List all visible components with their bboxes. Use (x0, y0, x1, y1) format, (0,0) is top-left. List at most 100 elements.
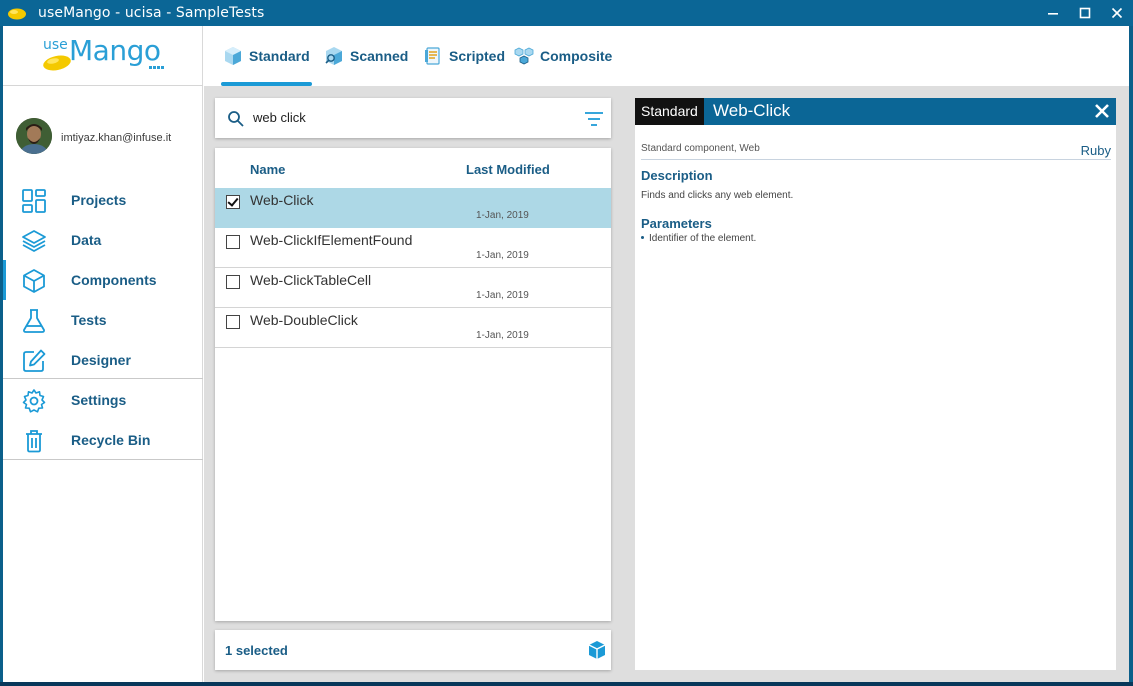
logo-dots-icon (149, 66, 164, 69)
detail-header: Standard Web-Click (635, 98, 1116, 125)
user-email: imtiyaz.khan@infuse.it (61, 132, 172, 144)
logo-mango-text: Mango (69, 34, 161, 67)
sidebar-item-data[interactable]: Data (3, 220, 203, 260)
table-row[interactable]: Web-DoubleClick 1-Jan, 2019 (215, 308, 611, 348)
minimize-button[interactable] (1037, 0, 1069, 26)
tab-composite[interactable]: Composite (514, 26, 612, 86)
list-header: Name Last Modified (215, 148, 611, 188)
component-type-tabs: Standard Scanned Scripted Composite (203, 26, 1129, 86)
pencil-box-icon (23, 349, 46, 372)
table-row[interactable]: Web-ClickTableCell 1-Jan, 2019 (215, 268, 611, 308)
selected-count: 1 selected (225, 643, 288, 658)
sidebar-item-label: Tests (71, 312, 107, 328)
search-bar[interactable]: web click (215, 98, 611, 138)
main-content: web click Name Last Modified Web-Click 1… (204, 86, 1129, 682)
tab-scanned[interactable]: Scanned (324, 26, 408, 86)
trash-icon (26, 430, 42, 453)
close-icon[interactable] (1094, 103, 1110, 119)
sidebar-item-label: Designer (71, 352, 131, 368)
sidebar-divider (3, 378, 203, 379)
sidebar-item-label: Settings (71, 392, 127, 408)
row-checkbox[interactable] (226, 195, 240, 209)
row-checkbox[interactable] (226, 315, 240, 329)
row-date: 1-Jan, 2019 (476, 330, 529, 341)
scanned-cube-icon (325, 47, 342, 65)
language-label: Ruby (1080, 143, 1111, 158)
grid-icon (22, 189, 46, 213)
composite-cubes-icon (514, 47, 534, 65)
app-window: use Mango imtiyaz.khan@infuse.it Project… (3, 26, 1129, 682)
sidebar-item-tests[interactable]: Tests (3, 300, 203, 340)
layers-icon (22, 230, 46, 252)
window-controls (1037, 0, 1133, 26)
detail-divider (641, 159, 1111, 160)
logo-use-text: use (43, 37, 68, 53)
detail-title: Web-Click (713, 101, 791, 120)
row-checkbox[interactable] (226, 275, 240, 289)
row-name: Web-ClickTableCell (250, 272, 372, 288)
sidebar-item-projects[interactable]: Projects (3, 180, 203, 220)
parameter-item: Identifier of the element. (641, 233, 756, 244)
sidebar-item-recycle-bin[interactable]: Recycle Bin (3, 420, 203, 460)
usemango-logo: use Mango (3, 26, 203, 86)
close-icon (1111, 7, 1123, 19)
parameters-heading: Parameters (641, 216, 712, 231)
status-strip (0, 682, 1133, 686)
maximize-button[interactable] (1069, 0, 1101, 26)
mango-logo-icon (43, 55, 71, 71)
search-icon (228, 111, 244, 127)
scripted-doc-icon (425, 47, 440, 65)
tab-label: Scripted (449, 48, 506, 64)
description-text: Finds and clicks any web element. (641, 190, 794, 201)
bullet-icon (641, 235, 644, 239)
avatar-image-icon (16, 118, 52, 154)
flask-icon (23, 309, 45, 333)
row-date: 1-Jan, 2019 (476, 290, 529, 301)
search-input[interactable]: web click (253, 110, 306, 125)
tab-label: Scanned (350, 48, 409, 64)
tab-label: Standard (249, 48, 310, 64)
sidebar-item-settings[interactable]: Settings (3, 380, 203, 420)
close-window-button[interactable] (1101, 0, 1133, 26)
description-heading: Description (641, 168, 713, 183)
user-profile[interactable]: imtiyaz.khan@infuse.it (3, 112, 203, 154)
table-row[interactable]: Web-Click 1-Jan, 2019 (215, 188, 611, 228)
minimize-icon (1048, 13, 1058, 15)
gear-icon (22, 389, 46, 413)
table-row[interactable]: Web-ClickIfElementFound 1-Jan, 2019 (215, 228, 611, 268)
selection-footer: 1 selected (215, 630, 611, 670)
row-checkbox[interactable] (226, 235, 240, 249)
tab-scripted[interactable]: Scripted (423, 26, 505, 86)
row-name: Web-ClickIfElementFound (250, 232, 413, 248)
row-date: 1-Jan, 2019 (476, 210, 529, 221)
title-bar: useMango - ucisa - SampleTests (0, 0, 1133, 26)
avatar (16, 118, 52, 154)
sidebar-item-components[interactable]: Components (3, 260, 203, 300)
window-title: useMango - ucisa - SampleTests (38, 5, 265, 21)
column-name-header[interactable]: Name (250, 162, 285, 177)
sidebar-item-label: Projects (71, 192, 127, 208)
standard-cube-icon (225, 47, 241, 65)
column-modified-header[interactable]: Last Modified (466, 162, 550, 177)
detail-subtitle: Standard component, Web (641, 143, 760, 154)
parameter-text: Identifier of the element. (649, 233, 757, 244)
row-name: Web-DoubleClick (250, 312, 358, 328)
tab-standard[interactable]: Standard (221, 26, 312, 86)
row-date: 1-Jan, 2019 (476, 250, 529, 261)
filter-icon[interactable] (583, 110, 605, 128)
sidebar-divider (3, 459, 203, 460)
sidebar-item-label: Recycle Bin (71, 432, 151, 448)
row-name: Web-Click (250, 192, 314, 208)
tab-label: Composite (540, 48, 613, 64)
sidebar-item-designer[interactable]: Designer (3, 340, 203, 380)
component-detail-panel: Standard Web-Click Standard component, W… (635, 98, 1116, 670)
sidebar-item-label: Components (71, 272, 157, 288)
cube-icon (23, 269, 45, 293)
sidebar-item-label: Data (71, 232, 102, 248)
mango-app-icon (8, 8, 26, 20)
component-type-badge: Standard (635, 98, 704, 125)
components-list: Name Last Modified Web-Click 1-Jan, 2019… (215, 148, 611, 621)
maximize-icon (1079, 7, 1091, 19)
sidebar: use Mango imtiyaz.khan@infuse.it Project… (3, 26, 203, 682)
add-to-test-cube-icon[interactable] (587, 640, 607, 660)
